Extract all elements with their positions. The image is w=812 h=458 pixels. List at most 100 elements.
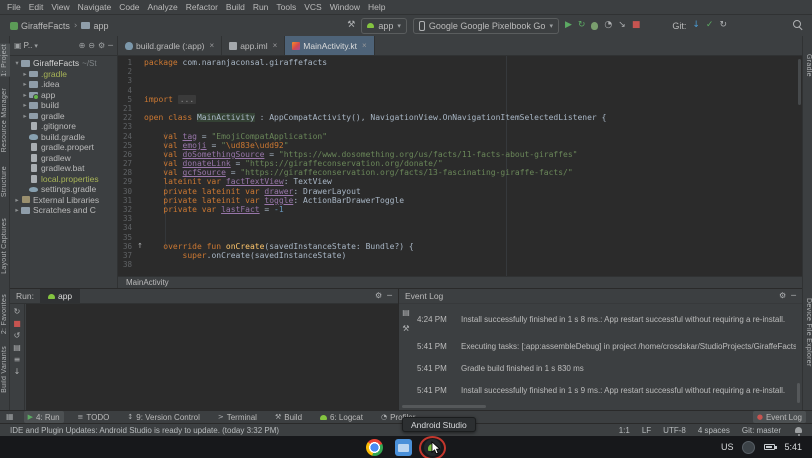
line-number[interactable]: 24 bbox=[118, 132, 136, 141]
toolwindow-button-todo[interactable]: ≡TODO bbox=[74, 411, 114, 423]
stripe-button-structure[interactable]: Structure bbox=[0, 166, 10, 197]
stripe-button-resource-manager[interactable]: Resource Manager bbox=[0, 88, 10, 152]
chevron-icon[interactable]: ▸ bbox=[13, 206, 21, 214]
menu-item-file[interactable]: File bbox=[3, 0, 25, 14]
stripe-button-device-file-explorer[interactable]: Device File Explorer bbox=[803, 298, 812, 367]
chevron-icon[interactable]: ▸ bbox=[21, 70, 29, 78]
menu-item-tools[interactable]: Tools bbox=[272, 0, 300, 14]
run-console[interactable] bbox=[26, 304, 398, 410]
tree-item-gradle[interactable]: ▸gradle bbox=[10, 111, 117, 122]
line-number[interactable]: 23 bbox=[118, 122, 136, 131]
horizontal-scrollbar[interactable] bbox=[402, 405, 486, 408]
close-tab-icon[interactable]: × bbox=[210, 41, 215, 50]
menu-item-edit[interactable]: Edit bbox=[25, 0, 48, 14]
tree-item-local-properties[interactable]: local.properties bbox=[10, 174, 117, 185]
run-config-select[interactable]: app ▾ bbox=[361, 18, 407, 34]
status-4-spaces[interactable]: 4 spaces bbox=[698, 426, 730, 435]
breadcrumb-item-giraffefacts[interactable]: GiraffeFacts bbox=[10, 21, 70, 31]
device-select[interactable]: Google Google Pixelbook Go ▾ bbox=[413, 18, 559, 34]
line-number[interactable]: 25 bbox=[118, 141, 136, 150]
expand-all-icon[interactable]: ⊕ bbox=[79, 42, 86, 50]
tree-item-external-libraries[interactable]: ▸External Libraries bbox=[10, 195, 117, 206]
toolwindow-button-4-run[interactable]: ▶4: Run bbox=[24, 411, 64, 423]
toolwindow-button-6-logcat[interactable]: 6: Logcat bbox=[316, 411, 367, 423]
line-number[interactable]: 28 bbox=[118, 168, 136, 177]
collapse-all-icon[interactable]: ⊖ bbox=[88, 42, 95, 50]
hide-panel-icon[interactable]: ─ bbox=[387, 292, 392, 300]
tree-item-giraffefacts[interactable]: ▾GiraffeFacts ~/St bbox=[10, 58, 117, 69]
editor-tab-build-gradle-app[interactable]: build.gradle (:app)× bbox=[118, 36, 222, 55]
close-tab-icon[interactable]: × bbox=[362, 41, 367, 50]
toolwindow-button-build[interactable]: ⚒Build bbox=[271, 411, 306, 423]
git-update-icon[interactable]: ↓ bbox=[692, 21, 700, 30]
git-rollback-icon[interactable]: ↻ bbox=[719, 21, 727, 30]
toolwindow-button-event-log[interactable]: ●Event Log bbox=[753, 411, 806, 423]
toolwindow-button-terminal[interactable]: >Terminal bbox=[214, 411, 261, 423]
editor-tab-mainactivity-kt[interactable]: MainActivity.kt× bbox=[285, 36, 374, 55]
chrome-app-icon[interactable] bbox=[366, 439, 383, 456]
toolwindow-switcher-icon[interactable]: ▦ bbox=[6, 413, 14, 421]
tree-item-build[interactable]: ▸build bbox=[10, 100, 117, 111]
debug-icon[interactable] bbox=[591, 22, 598, 30]
line-number[interactable]: 2 bbox=[118, 67, 136, 76]
layout-editor-icon[interactable]: ▤ bbox=[13, 344, 21, 352]
line-number[interactable]: 5 bbox=[118, 95, 136, 104]
line-number[interactable]: 34 bbox=[118, 223, 136, 232]
breadcrumb-item-app[interactable]: app bbox=[81, 21, 108, 31]
stop-icon[interactable]: ■ bbox=[13, 320, 21, 328]
menu-item-build[interactable]: Build bbox=[222, 0, 249, 14]
close-tab-icon[interactable]: × bbox=[273, 41, 278, 50]
status-1-1[interactable]: 1:1 bbox=[619, 426, 630, 435]
stripe-button-build-variants[interactable]: Build Variants bbox=[0, 346, 10, 393]
stop-icon[interactable]: ■ bbox=[632, 21, 641, 30]
log-settings-icon[interactable]: ⚒ bbox=[402, 325, 409, 333]
git-commit-icon[interactable]: ✓ bbox=[706, 21, 714, 30]
menu-item-run[interactable]: Run bbox=[249, 0, 273, 14]
tree-item-idea[interactable]: ▸.idea bbox=[10, 79, 117, 90]
tree-item-app[interactable]: ▸app bbox=[10, 90, 117, 101]
line-number[interactable]: 31 bbox=[118, 196, 136, 205]
run-tab-app[interactable]: app bbox=[40, 289, 80, 303]
stripe-button-2-favorites[interactable]: 2: Favorites bbox=[0, 294, 10, 334]
chevron-icon[interactable]: ▾ bbox=[13, 59, 21, 67]
log-list-icon[interactable]: ▤ bbox=[402, 309, 410, 317]
profiler-icon[interactable]: ◔ bbox=[604, 21, 612, 30]
stripe-button-1-project[interactable]: 1: Project bbox=[0, 44, 10, 77]
tree-item-gradle[interactable]: ▸.gradle bbox=[10, 69, 117, 80]
line-number[interactable]: 37 bbox=[118, 251, 136, 260]
line-number[interactable]: 21 bbox=[118, 104, 136, 113]
editor-tab-app-iml[interactable]: app.iml× bbox=[222, 36, 285, 55]
menu-item-navigate[interactable]: Navigate bbox=[74, 0, 116, 14]
hide-panel-icon[interactable]: ─ bbox=[108, 42, 113, 50]
apply-changes-icon[interactable]: ↻ bbox=[578, 21, 586, 30]
line-number[interactable]: 38 bbox=[118, 260, 136, 269]
collapse-icon[interactable]: ≡ bbox=[14, 356, 21, 364]
restart-activity-icon[interactable]: ↺ bbox=[14, 332, 21, 340]
tree-item-scratches-and-c[interactable]: ▸Scratches and C bbox=[10, 205, 117, 216]
line-number[interactable]: 29 bbox=[118, 177, 136, 186]
stripe-button-gradle[interactable]: Gradle bbox=[803, 54, 812, 77]
line-number[interactable]: 36 bbox=[118, 242, 136, 251]
line-number[interactable]: 33 bbox=[118, 214, 136, 223]
chevron-icon[interactable]: ▸ bbox=[21, 91, 29, 99]
line-number[interactable]: 30 bbox=[118, 187, 136, 196]
chevron-icon[interactable]: ▸ bbox=[21, 112, 29, 120]
attach-debugger-icon[interactable]: ↘ bbox=[618, 21, 626, 30]
toolwindow-button-9-version-control[interactable]: ↕9: Version Control bbox=[123, 411, 203, 423]
search-icon[interactable] bbox=[793, 20, 804, 31]
menu-item-window[interactable]: Window bbox=[326, 0, 364, 14]
line-number[interactable]: 3 bbox=[118, 76, 136, 85]
tree-item-gradle-propert[interactable]: gradle.propert bbox=[10, 142, 117, 153]
hide-panel-icon[interactable]: ─ bbox=[791, 292, 796, 300]
build-hammer-icon[interactable]: ⚒ bbox=[347, 21, 355, 30]
chevron-icon[interactable]: ▸ bbox=[13, 196, 21, 204]
line-number[interactable]: 32 bbox=[118, 205, 136, 214]
line-number[interactable]: 27 bbox=[118, 159, 136, 168]
scroll-to-end-icon[interactable]: ↓ bbox=[14, 368, 21, 376]
stripe-button-layout-captures[interactable]: Layout Captures bbox=[0, 218, 10, 274]
tree-item-gradlew[interactable]: gradlew bbox=[10, 153, 117, 164]
keyboard-layout-indicator[interactable]: US bbox=[721, 442, 734, 452]
settings-icon[interactable]: ⚙ bbox=[779, 292, 786, 300]
rerun-icon[interactable]: ↻ bbox=[14, 308, 21, 316]
status-utf-8[interactable]: UTF-8 bbox=[663, 426, 686, 435]
